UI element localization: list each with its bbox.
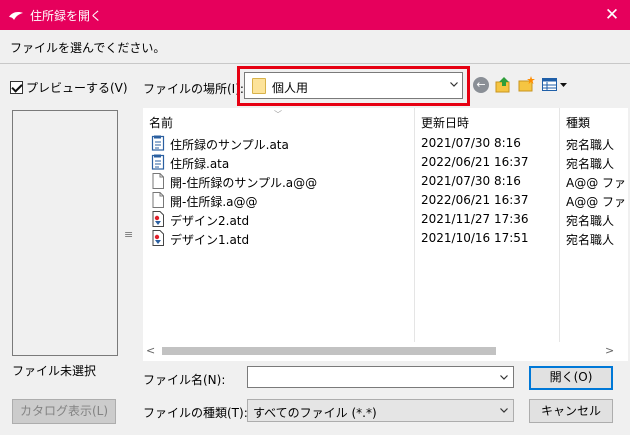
instruction-text: ファイルを選んでください。 [10, 41, 166, 55]
scrollbar-thumb[interactable] [162, 347, 496, 355]
look-in-label: ファイルの場所(I): [143, 82, 244, 96]
file-type: 宛名職人 [566, 138, 615, 152]
file-type: 宛名職人 [566, 214, 615, 228]
file-name: デザイン2.atd [170, 214, 250, 228]
file-row[interactable]: デザイン2.atd 2021/11/27 17:36 宛名職人 [143, 210, 628, 229]
chevron-down-icon[interactable] [500, 373, 508, 381]
window-title: 住所録を開く [30, 9, 103, 23]
column-header-type[interactable]: 種類 [566, 114, 590, 131]
blank-file-icon [152, 173, 164, 189]
file-date: 2021/10/16 17:51 [421, 231, 529, 245]
file-date: 2022/06/21 16:37 [421, 155, 529, 169]
design-file-icon [152, 230, 164, 246]
file-row[interactable]: 開-住所録.a@@ 2022/06/21 16:37 A@@ ファ [143, 191, 628, 210]
design-file-icon [152, 211, 164, 227]
file-date: 2022/06/21 16:37 [421, 193, 529, 207]
catalog-view-button[interactable]: カタログ表示(L) [12, 399, 116, 424]
file-type-label: ファイルの種類(T): [143, 406, 248, 420]
file-name: 住所録.ata [170, 157, 230, 171]
scroll-left-icon[interactable]: < [146, 344, 155, 357]
file-name: 開-住所録.a@@ [170, 195, 258, 209]
view-menu-icon[interactable] [542, 77, 568, 93]
folder-icon [252, 78, 266, 94]
open-button[interactable]: 開く(O) [529, 366, 613, 390]
file-name: デザイン1.atd [170, 233, 250, 247]
checkbox-checked-icon[interactable] [10, 81, 23, 94]
splitter-grip-icon[interactable]: ≡ [124, 228, 133, 241]
file-name: 住所録のサンプル.ata [170, 138, 289, 152]
file-type: 宛名職人 [566, 157, 615, 171]
look-in-value: 個人用 [272, 81, 309, 95]
address-book-icon [151, 135, 165, 151]
column-header-date[interactable]: 更新日時 [421, 114, 469, 131]
close-icon[interactable]: ✕ [600, 4, 624, 26]
chevron-down-icon[interactable] [450, 80, 458, 88]
file-type-value: すべてのファイル (*.*) [253, 406, 377, 420]
chevron-down-icon[interactable] [500, 406, 508, 414]
scroll-right-icon[interactable]: > [605, 344, 614, 357]
file-row[interactable]: 住所録.ata 2022/06/21 16:37 宛名職人 [143, 153, 628, 172]
file-row[interactable]: 住所録のサンプル.ata 2021/07/30 8:16 宛名職人 [143, 134, 628, 153]
cancel-button[interactable]: キャンセル [529, 399, 613, 423]
file-date: 2021/07/30 8:16 [421, 174, 521, 188]
file-type: 宛名職人 [566, 233, 615, 247]
file-date: 2021/07/30 8:16 [421, 136, 521, 150]
preview-checkbox-label: プレビューする(V) [26, 81, 128, 95]
preview-checkbox[interactable]: プレビューする(V) [10, 79, 128, 96]
file-row[interactable]: デザイン1.atd 2021/10/16 17:51 宛名職人 [143, 229, 628, 248]
file-type: A@@ ファ [566, 195, 627, 209]
column-header-name[interactable]: 名前 [149, 114, 173, 131]
sort-indicator-icon: ﹀ [274, 110, 282, 119]
address-book-icon [151, 154, 165, 170]
file-name-label: ファイル名(N): [143, 373, 226, 387]
no-file-selected-text: ファイル未選択 [12, 364, 97, 378]
file-name: 開-住所録のサンプル.a@@ [170, 176, 318, 190]
file-row[interactable]: 開-住所録のサンプル.a@@ 2021/07/30 8:16 A@@ ファ [143, 172, 628, 191]
file-type: A@@ ファ [566, 176, 627, 190]
divider [0, 63, 630, 64]
back-icon[interactable]: ← [473, 77, 489, 93]
preview-pane [12, 110, 118, 356]
blank-file-icon [152, 192, 164, 208]
app-logo-icon [9, 12, 23, 20]
new-folder-icon[interactable] [518, 76, 535, 92]
file-name-input[interactable] [247, 366, 514, 388]
up-folder-icon[interactable] [495, 76, 511, 93]
file-date: 2021/11/27 17:36 [421, 212, 529, 226]
